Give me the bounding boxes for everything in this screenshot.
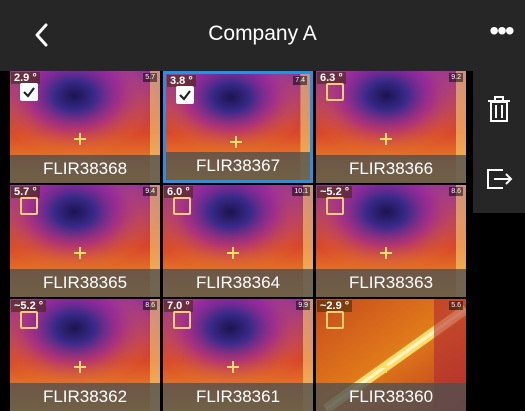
- max-temperature: 9.9: [296, 301, 310, 310]
- crosshair-icon: [74, 247, 86, 259]
- thumbnail-label: FLIR38368: [10, 155, 160, 183]
- crosshair-icon: [74, 133, 86, 145]
- crosshair-icon: [227, 247, 239, 259]
- max-temperature: 7.4: [293, 76, 307, 85]
- top-bar: Company A •••: [0, 0, 525, 71]
- thumbnail-FLIR38361[interactable]: 7.0 ° 9.9 FLIR38361: [163, 299, 313, 411]
- checkmark-icon: [179, 90, 191, 101]
- thumbnail-FLIR38363[interactable]: ~5.2 ° 8.6 FLIR38363: [316, 185, 466, 297]
- thumbnail-label: FLIR38364: [163, 269, 313, 297]
- action-sidebar: [473, 71, 525, 213]
- crosshair-icon: [227, 361, 239, 373]
- crosshair-icon: [380, 133, 392, 145]
- crosshair-icon: [380, 361, 392, 373]
- thumbnail-label: FLIR38362: [10, 383, 160, 411]
- max-temperature: 8.6: [449, 187, 463, 196]
- checkbox-checked[interactable]: [20, 83, 38, 101]
- checkbox-unchecked[interactable]: [173, 197, 191, 215]
- thumbnail-label: FLIR38366: [316, 155, 466, 183]
- image-grid: 2.9 °5.7FLIR38368 3.8 °7.4FLIR38367: [0, 71, 473, 411]
- thumbnail-label: FLIR38360: [316, 383, 466, 411]
- max-temperature: 10.1: [292, 187, 310, 196]
- more-options-icon[interactable]: •••: [483, 17, 519, 50]
- checkbox-unchecked[interactable]: [20, 311, 38, 329]
- thumbnail-FLIR38367[interactable]: 3.8 ° 7.4 FLIR38367: [163, 71, 313, 183]
- thumbnail-label: FLIR38361: [163, 383, 313, 411]
- checkbox-unchecked[interactable]: [173, 311, 191, 329]
- thumbnail-FLIR38366[interactable]: 6.3 ° 9.2 FLIR38366: [316, 71, 466, 183]
- thumbnail-FLIR38368[interactable]: 2.9 ° 5.7 FLIR38368: [10, 71, 160, 183]
- thumbnail-label: FLIR38365: [10, 269, 160, 297]
- checkbox-checked[interactable]: [176, 86, 194, 104]
- crosshair-icon: [230, 136, 242, 148]
- thumbnail-FLIR38364[interactable]: 6.0 ° 10.1 FLIR38364: [163, 185, 313, 297]
- crosshair-icon: [380, 247, 392, 259]
- max-temperature: 9.4: [143, 187, 157, 196]
- max-temperature: 5.7: [143, 73, 157, 82]
- export-icon[interactable]: [483, 163, 515, 195]
- thumbnail-label: FLIR38363: [316, 269, 466, 297]
- max-temperature: 5.6: [449, 301, 463, 310]
- page-title: Company A: [208, 22, 317, 45]
- thumbnail-FLIR38362[interactable]: ~5.2 ° 8.6 FLIR38362: [10, 299, 160, 411]
- thumbnail-label: FLIR38367: [166, 152, 310, 180]
- max-temperature: 8.6: [143, 301, 157, 310]
- thumbnail-FLIR38360[interactable]: ~2.9 ° 5.6 FLIR38360: [316, 299, 466, 411]
- max-temperature: 9.2: [449, 73, 463, 82]
- checkbox-unchecked[interactable]: [326, 197, 344, 215]
- checkbox-unchecked[interactable]: [326, 83, 344, 101]
- trash-icon[interactable]: [483, 93, 515, 125]
- checkmark-icon: [23, 87, 35, 98]
- checkbox-unchecked[interactable]: [20, 197, 38, 215]
- crosshair-icon: [74, 361, 86, 373]
- checkbox-unchecked[interactable]: [326, 311, 344, 329]
- thumbnail-FLIR38365[interactable]: 5.7 ° 9.4 FLIR38365: [10, 185, 160, 297]
